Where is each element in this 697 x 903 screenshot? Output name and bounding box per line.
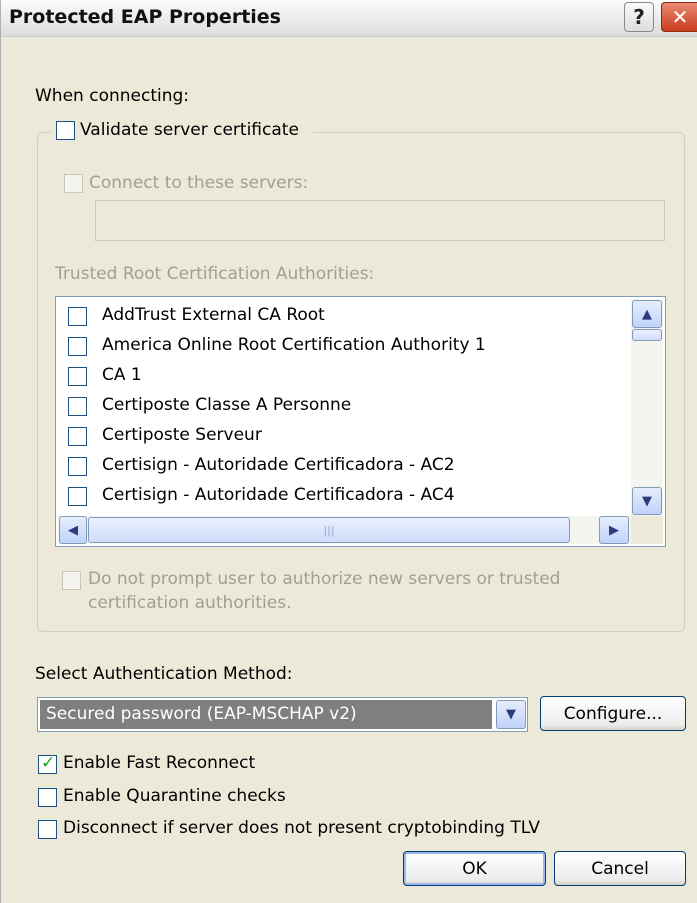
- do-not-prompt-checkbox[interactable]: [62, 571, 81, 590]
- servers-input[interactable]: [95, 200, 665, 241]
- auth-method-select[interactable]: Secured password (EAP-MSCHAP v2) ▼: [37, 697, 528, 732]
- cryptobinding-label: Disconnect if server does not present cr…: [63, 818, 540, 838]
- close-icon: ✕: [671, 5, 689, 29]
- trusted-root-label: Trusted Root Certification Authorities:: [55, 264, 375, 284]
- window-title: Protected EAP Properties: [9, 6, 281, 28]
- chevron-right-icon: ▶: [609, 522, 619, 538]
- ca-checkbox[interactable]: [68, 307, 87, 326]
- ca-checkbox[interactable]: [68, 457, 87, 476]
- scrollbar-corner: [631, 516, 663, 544]
- validate-cert-checkbox[interactable]: [56, 121, 75, 140]
- fast-reconnect-checkbox[interactable]: ✓: [38, 753, 57, 774]
- ca-label: America Online Root Certification Author…: [102, 335, 486, 355]
- chevron-down-icon: ▼: [506, 707, 516, 722]
- ca-label: Certiposte Serveur: [102, 425, 262, 445]
- ca-label: CA 1: [102, 365, 142, 385]
- when-connecting-label: When connecting:: [35, 86, 190, 106]
- chevron-left-icon: ◀: [68, 522, 78, 538]
- ca-label: Certiposte Classe A Personne: [102, 395, 352, 415]
- grip-icon: |||: [323, 523, 335, 537]
- ca-label: AddTrust External CA Root: [102, 305, 325, 325]
- ca-label: Certisign - Autoridade Certificadora - A…: [102, 485, 455, 505]
- validate-cert-label: Validate server certificate: [80, 120, 299, 140]
- chevron-up-icon: ▲: [642, 306, 652, 322]
- do-not-prompt-label-line1: Do not prompt user to authorize new serv…: [88, 569, 561, 589]
- ca-checkbox[interactable]: [68, 397, 87, 416]
- ok-button-label: OK: [462, 858, 487, 879]
- ca-checkbox[interactable]: [68, 337, 87, 356]
- title-bar[interactable]: Protected EAP Properties ? ✕: [1, 0, 697, 37]
- ok-button[interactable]: OK: [403, 851, 546, 886]
- horizontal-scroll-thumb[interactable]: |||: [88, 517, 570, 543]
- quarantine-checkbox[interactable]: [38, 788, 57, 807]
- ca-label: Certisign - Autoridade Certificadora - A…: [102, 455, 455, 475]
- configure-button[interactable]: Configure...: [540, 696, 686, 731]
- scroll-down-button[interactable]: ▼: [632, 487, 662, 515]
- scroll-up-button[interactable]: ▲: [632, 300, 662, 328]
- cancel-button[interactable]: Cancel: [554, 851, 686, 886]
- chevron-down-icon: ▼: [642, 493, 652, 509]
- configure-button-label: Configure...: [563, 703, 663, 724]
- dropdown-button[interactable]: ▼: [496, 700, 526, 729]
- dialog-window: Protected EAP Properties ? ✕ When connec…: [0, 0, 697, 903]
- auth-method-value: Secured password (EAP-MSCHAP v2): [40, 700, 492, 729]
- auth-method-label: Select Authentication Method:: [35, 664, 293, 684]
- connect-servers-checkbox[interactable]: [64, 174, 83, 193]
- ca-listbox[interactable]: AddTrust External CA Root America Online…: [55, 296, 666, 547]
- vertical-scroll-thumb[interactable]: [632, 329, 662, 341]
- scroll-right-button[interactable]: ▶: [599, 516, 629, 544]
- cryptobinding-checkbox[interactable]: [38, 820, 57, 839]
- do-not-prompt-label-line2: certification authorities.: [88, 593, 292, 613]
- scroll-left-button[interactable]: ◀: [59, 516, 87, 544]
- ca-checkbox[interactable]: [68, 367, 87, 386]
- ca-checkbox[interactable]: [68, 487, 87, 506]
- vertical-scrollbar[interactable]: ▲ ▼: [631, 299, 663, 516]
- ca-checkbox[interactable]: [68, 427, 87, 446]
- help-button[interactable]: ?: [624, 2, 654, 32]
- close-button[interactable]: ✕: [661, 2, 697, 32]
- checkmark-icon: ✓: [41, 753, 56, 773]
- quarantine-label: Enable Quarantine checks: [63, 786, 286, 806]
- help-icon: ?: [633, 5, 645, 29]
- cancel-button-label: Cancel: [591, 858, 649, 879]
- fast-reconnect-label: Enable Fast Reconnect: [63, 753, 256, 773]
- horizontal-scrollbar[interactable]: ◀ ||| ▶: [58, 516, 631, 544]
- connect-servers-label: Connect to these servers:: [89, 173, 309, 193]
